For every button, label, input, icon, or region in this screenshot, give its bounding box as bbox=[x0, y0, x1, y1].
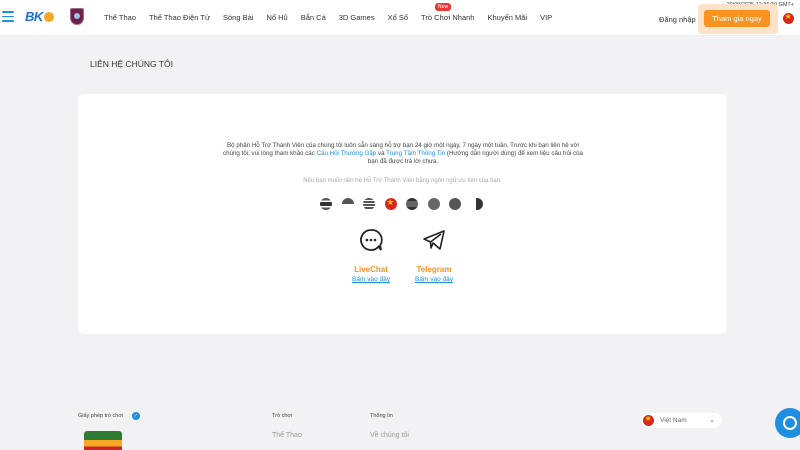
flag-korea-icon[interactable] bbox=[427, 198, 440, 210]
footer-games-heading: Trò chơi bbox=[272, 413, 293, 419]
telegram-label: Telegram bbox=[416, 265, 452, 274]
top-header: BK Thể Thao Thể Thao Điện Tử Sòng Bài Nổ… bbox=[0, 0, 800, 36]
footer-about-link[interactable]: Về chúng tôi bbox=[370, 432, 409, 439]
site-logo[interactable]: BK bbox=[25, 9, 54, 24]
contact-card: Bộ phận Hỗ Trợ Thành Viên của chúng tôi … bbox=[78, 94, 727, 334]
nav-item-casino[interactable]: Sòng Bài bbox=[223, 13, 253, 22]
menu-icon[interactable] bbox=[2, 11, 14, 22]
footer-games-sports-link[interactable]: Thể Thao bbox=[272, 432, 302, 439]
login-link[interactable]: Đăng nhập bbox=[659, 15, 696, 24]
new-badge: New bbox=[435, 3, 452, 11]
logo-ball-icon bbox=[43, 12, 54, 22]
language-flags bbox=[320, 198, 483, 210]
nav-item-sports[interactable]: Thể Thao bbox=[104, 13, 136, 22]
page-title: LIÊN HỆ CHÚNG TÔI bbox=[90, 59, 173, 69]
club-crest-icon[interactable] bbox=[70, 8, 84, 25]
language-select[interactable]: Việt Nam ⌄ bbox=[641, 413, 722, 428]
flag-thai-icon[interactable] bbox=[320, 198, 332, 210]
license-badge-icon[interactable] bbox=[84, 431, 122, 450]
nav-item-promotions[interactable]: Khuyến Mãi bbox=[487, 13, 527, 22]
verified-check-icon: ✓ bbox=[132, 412, 140, 420]
footer: Giấy phép trò chơi ✓ Trò chơi Thể Thao T… bbox=[0, 400, 800, 450]
chat-bubble-icon bbox=[360, 229, 383, 251]
chevron-down-icon: ⌄ bbox=[709, 417, 715, 424]
nav-item-quick-games[interactable]: Trò Chơi Nhanh New bbox=[421, 3, 475, 22]
language-note: Nếu bạn muốn liên hệ Hỗ Trợ Thành Viên b… bbox=[303, 178, 502, 184]
nav-item-esports[interactable]: Thể Thao Điện Tử bbox=[149, 13, 210, 22]
flag-cambodia-icon[interactable] bbox=[406, 198, 418, 210]
language-flag-icon[interactable] bbox=[783, 12, 794, 24]
telegram-link[interactable]: Bấm vào đây bbox=[394, 276, 474, 283]
footer-license-heading: Giấy phép trò chơi bbox=[78, 413, 124, 419]
flag-indonesia-icon[interactable] bbox=[341, 198, 354, 210]
nav-item-fishing[interactable]: Bắn Cá bbox=[301, 13, 326, 22]
language-select-value: Việt Nam bbox=[660, 417, 687, 424]
faq-link[interactable]: Câu Hỏi Thường Gặp bbox=[317, 150, 377, 157]
floating-chat-button[interactable] bbox=[775, 408, 800, 438]
main-nav: Thể Thao Thể Thao Điện Tử Sòng Bài Nổ Hũ… bbox=[104, 3, 565, 22]
telegram-icon bbox=[423, 230, 445, 250]
join-highlight: Tham gia ngay bbox=[698, 4, 778, 34]
join-button[interactable]: Tham gia ngay bbox=[704, 10, 770, 27]
nav-item-quick-games-label: Trò Chơi Nhanh bbox=[421, 13, 475, 22]
nav-item-3d-games[interactable]: 3D Games bbox=[339, 13, 375, 22]
nav-item-slots[interactable]: Nổ Hũ bbox=[266, 13, 287, 22]
flag-english-icon[interactable] bbox=[363, 198, 375, 210]
nav-item-lottery[interactable]: Xổ Số bbox=[388, 13, 408, 22]
intro-and: và bbox=[376, 150, 387, 157]
nav-item-vip[interactable]: VIP bbox=[540, 13, 552, 22]
footer-info-heading: Thông tin bbox=[370, 413, 393, 419]
logo-text: BK bbox=[25, 9, 43, 24]
info-center-link[interactable]: Trung Tâm Thông Tin bbox=[386, 150, 445, 157]
flag-china-icon[interactable] bbox=[449, 198, 461, 210]
telegram-option[interactable]: Telegram Bấm vào đây bbox=[394, 228, 474, 283]
flag-vietnam-icon[interactable] bbox=[384, 198, 397, 210]
vietnam-flag-icon bbox=[643, 414, 654, 426]
intro-text: Bộ phận Hỗ Trợ Thành Viên của chúng tôi … bbox=[218, 142, 588, 166]
flag-other-icon[interactable] bbox=[470, 198, 483, 210]
